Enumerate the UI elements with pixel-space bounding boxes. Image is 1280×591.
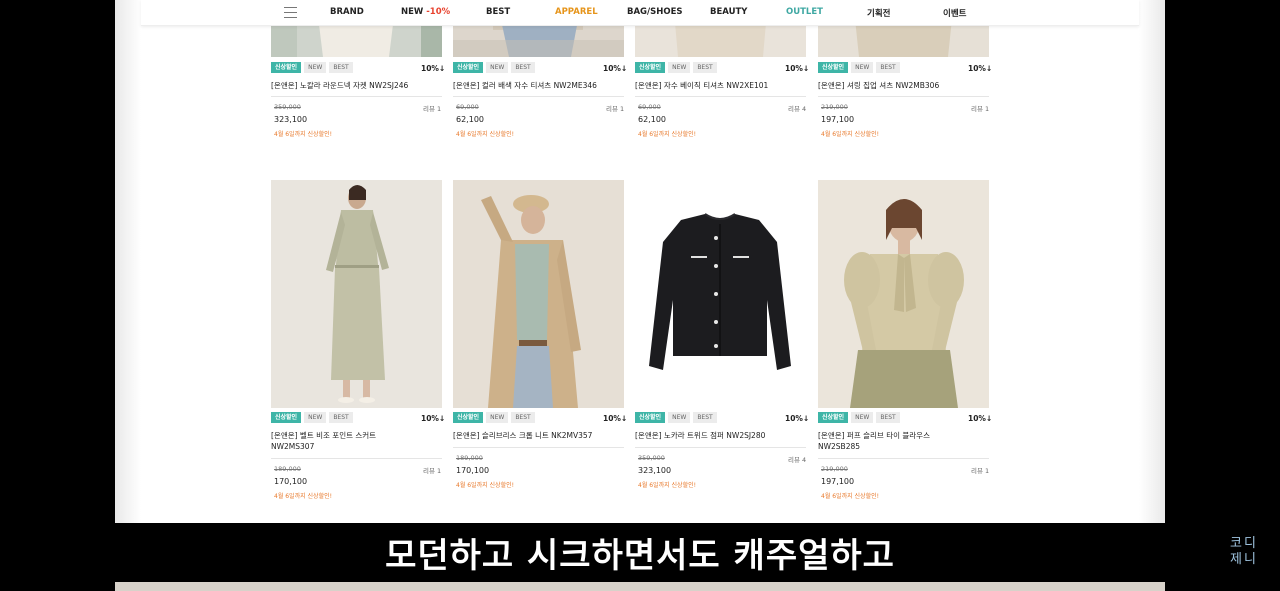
product-tags: 신상할인 NEW BEST (818, 62, 900, 73)
nav-best[interactable]: BEST (486, 7, 510, 17)
review-count[interactable]: 리뷰 1 (971, 465, 1280, 475)
next-row-peek (115, 582, 1165, 591)
product-tags: 신상할인 NEW BEST (271, 62, 353, 73)
promo-text: 4월 6일까지 신상할인! (274, 131, 333, 138)
best-tag: BEST (511, 412, 535, 423)
sale-price: 62,100 (456, 115, 484, 124)
product-card[interactable] (635, 180, 806, 408)
review-count[interactable]: 리뷰 4 (788, 454, 1280, 464)
product-tags: 신상할인 NEW BEST (453, 412, 535, 423)
promo-text: 4월 6일까지 신상할인! (456, 131, 515, 138)
original-price: 189,000 (274, 465, 301, 473)
sale-tag: 신상할인 (635, 62, 666, 73)
best-tag: BEST (329, 412, 353, 423)
nav-special[interactable]: 기획전 (867, 7, 890, 19)
new-tag: NEW (304, 62, 327, 73)
product-card[interactable] (453, 180, 624, 408)
product-name[interactable]: [온앤온] 컬러 배색 자수 티셔츠 NW2ME346 (453, 80, 624, 91)
nav-event[interactable]: 이벤트 (943, 7, 966, 19)
nav-apparel[interactable]: APPAREL (555, 7, 598, 17)
nav-outlet[interactable]: OUTLET (786, 7, 823, 17)
best-tag: BEST (329, 62, 353, 73)
best-tag: BEST (693, 412, 717, 423)
discount-rate: 10%↓ (968, 414, 993, 423)
product-name[interactable]: [온앤온] 셔링 집업 셔츠 NW2MB306 (818, 80, 989, 91)
product-name[interactable]: [온앤온] 슬리브리스 크롭 니트 NK2MV357 (453, 430, 624, 441)
product-image[interactable] (818, 180, 989, 408)
new-tag: NEW (486, 412, 509, 423)
promo-text: 4월 6일까지 신상할인! (638, 482, 697, 489)
channel-watermark: 코디 제니 (1230, 536, 1258, 567)
original-price: 189,000 (456, 454, 483, 462)
original-price: 219,000 (821, 465, 848, 473)
new-tag: NEW (851, 412, 874, 423)
original-price: 219,000 (821, 103, 848, 111)
best-tag: BEST (876, 62, 900, 73)
original-price: 359,000 (274, 103, 301, 111)
best-tag: BEST (693, 62, 717, 73)
original-price: 69,000 (456, 103, 479, 111)
best-tag: BEST (511, 62, 535, 73)
original-price: 69,000 (638, 103, 661, 111)
review-count[interactable]: 리뷰 1 (971, 103, 1280, 113)
sale-tag: 신상할인 (818, 412, 849, 423)
product-tags: 신상할인 NEW BEST (635, 62, 717, 73)
sale-price: 170,100 (274, 477, 308, 486)
nav-beauty[interactable]: BEAUTY (710, 7, 747, 17)
best-tag: BEST (876, 412, 900, 423)
product-image[interactable] (453, 180, 624, 408)
product-tags: 신상할인 NEW BEST (271, 412, 353, 423)
sale-price: 62,100 (638, 115, 666, 124)
product-name[interactable]: [온앤온] 자수 베이직 티셔츠 NW2XE101 (635, 80, 806, 91)
product-card[interactable] (271, 180, 442, 408)
product-image[interactable] (635, 180, 806, 408)
original-price: 359,000 (638, 454, 665, 462)
new-tag: NEW (304, 412, 327, 423)
nav-new[interactable]: NEW -10% (401, 7, 450, 17)
sale-price: 197,100 (821, 477, 855, 486)
product-card[interactable] (818, 180, 989, 408)
sale-price: 170,100 (456, 466, 490, 475)
sale-tag: 신상할인 (818, 62, 849, 73)
sale-tag: 신상할인 (271, 62, 302, 73)
sale-price: 323,100 (274, 115, 308, 124)
promo-text: 4월 6일까지 신상할인! (821, 493, 880, 500)
top-nav: BRAND NEW -10% BEST APPAREL BAG/SHOES BE… (141, 0, 1139, 26)
product-name[interactable]: [온앤온] 노카라 트위드 점퍼 NW2SJ280 (635, 430, 806, 441)
nav-brand[interactable]: BRAND (330, 7, 364, 17)
discount-rate: 10%↓ (968, 64, 993, 73)
product-tags: 신상할인 NEW BEST (818, 412, 900, 423)
product-name[interactable]: [온앤온] 퍼프 슬리브 타이 블라우스 NW2SB285 (818, 430, 989, 452)
new-tag: NEW (486, 62, 509, 73)
sale-tag: 신상할인 (453, 412, 484, 423)
sale-price: 197,100 (821, 115, 855, 124)
hamburger-menu-icon[interactable] (284, 7, 297, 18)
sale-tag: 신상할인 (271, 412, 302, 423)
video-frame: BRAND NEW -10% BEST APPAREL BAG/SHOES BE… (0, 0, 1280, 591)
nav-bag-shoes[interactable]: BAG/SHOES (627, 7, 683, 17)
product-tags: 신상할인 NEW BEST (453, 62, 535, 73)
product-image[interactable] (271, 180, 442, 408)
new-tag: NEW (851, 62, 874, 73)
promo-text: 4월 6일까지 신상할인! (456, 482, 515, 489)
promo-text: 4월 6일까지 신상할인! (638, 131, 697, 138)
promo-text: 4월 6일까지 신상할인! (821, 131, 880, 138)
new-tag: NEW (668, 62, 691, 73)
sale-tag: 신상할인 (453, 62, 484, 73)
product-name[interactable]: [온앤온] 벨트 비조 포인트 스커트 NW2MS307 (271, 430, 442, 452)
sale-tag: 신상할인 (635, 412, 666, 423)
new-tag: NEW (668, 412, 691, 423)
sale-price: 323,100 (638, 466, 672, 475)
promo-text: 4월 6일까지 신상할인! (274, 493, 333, 500)
product-tags: 신상할인 NEW BEST (635, 412, 717, 423)
video-subtitle: 모던하고 시크하면서도 캐주얼하고 (115, 523, 1165, 582)
product-name[interactable]: [온앤온] 노칼라 라운드넥 자켓 NW2SJ246 (271, 80, 442, 91)
